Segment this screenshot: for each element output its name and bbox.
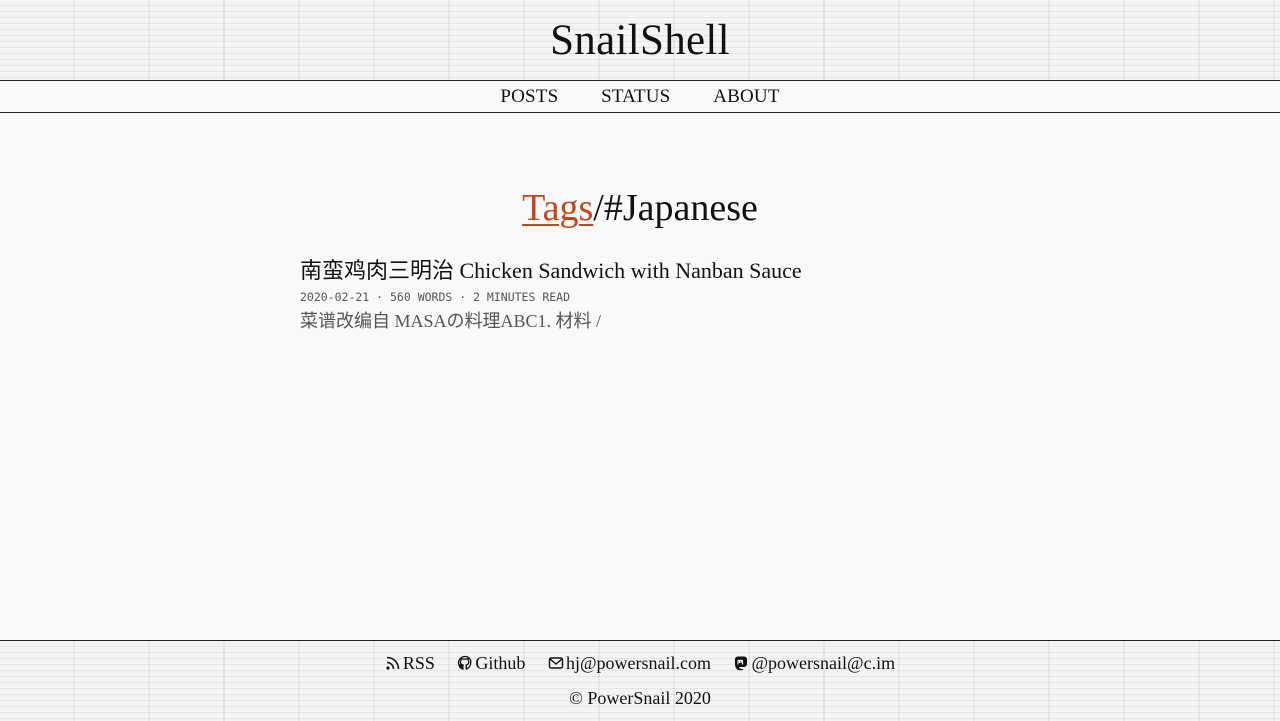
mail-icon [548,657,564,669]
site-footer: RSS Github hj@powersnail.com @powersnail… [0,640,1280,721]
post-meta: 2020-02-21 · 560 WORDS · 2 MINUTES READ [300,290,571,304]
rss-icon [386,656,400,670]
footer-link-email[interactable]: hj@powersnail.com [548,651,711,675]
copyright: © PowerSnail 2020 [569,688,711,708]
site-header: SnailShell [0,0,1280,80]
nav-item-status[interactable]: STATUS [601,86,670,107]
tag-name: #Japanese [603,187,758,229]
footer-link-github-label: Github [475,653,526,673]
heading-separator: / [593,187,604,229]
post-title-link[interactable]: 南蛮鸡肉三明治 Chicken Sandwich with Nanban Sau… [300,256,980,286]
footer-link-mastodon[interactable]: @powersnail@c.im [733,651,895,675]
footer-link-email-label: hj@powersnail.com [565,653,711,673]
mastodon-icon [735,656,748,671]
footer-link-github[interactable]: Github [457,651,525,675]
post-excerpt: 菜谱改编自 MASAの料理ABC1. 材料 / [300,311,602,331]
tags-link[interactable]: Tags [522,187,593,229]
footer-link-rss[interactable]: RSS [385,651,435,675]
nav-item-posts[interactable]: POSTS [500,86,558,107]
github-icon [458,655,472,670]
nav-item-about[interactable]: ABOUT [713,86,779,107]
main-nav: POSTS STATUS ABOUT [0,80,1280,113]
footer-link-mastodon-label: @powersnail@c.im [751,653,896,673]
footer-link-rss-label: RSS [402,653,435,673]
page-title: Tags/#Japanese [0,184,1280,232]
footer-links: RSS Github hj@powersnail.com @powersnail… [0,651,1280,677]
post-list-item: 南蛮鸡肉三明治 Chicken Sandwich with Nanban Sau… [300,256,980,333]
site-title[interactable]: SnailShell [0,14,1280,68]
